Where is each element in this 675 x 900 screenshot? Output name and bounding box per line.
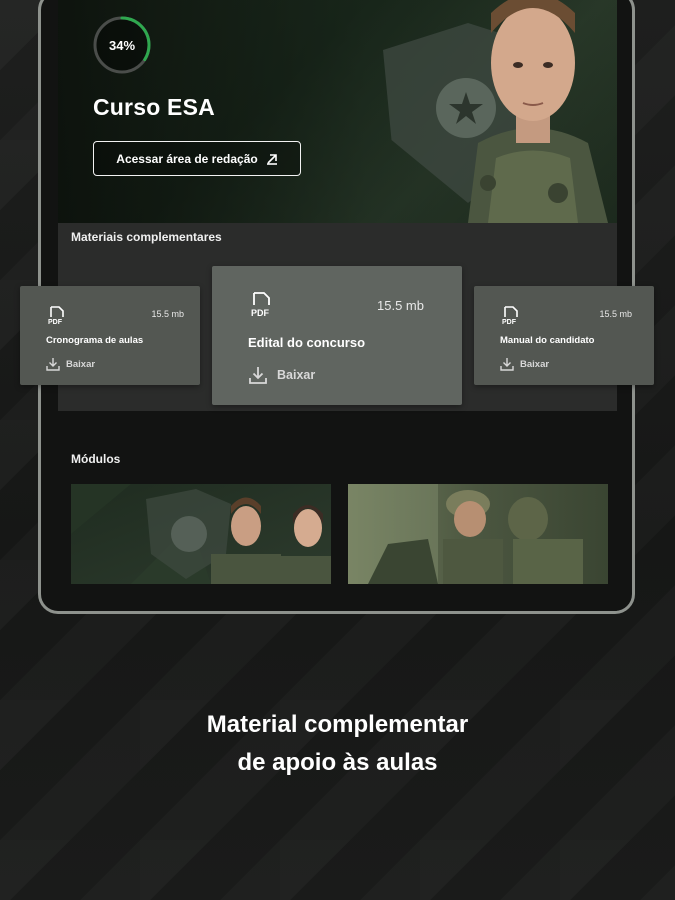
course-hero-banner: 34% Curso ESA Acessar área de redação [58, 0, 617, 223]
modules-section-title: Módulos [71, 452, 121, 466]
access-redacao-label: Acessar área de redação [116, 151, 258, 166]
material-title: Manual do candidato [500, 335, 595, 346]
external-link-icon [266, 153, 277, 165]
download-link[interactable]: Baixar [248, 365, 315, 385]
pdf-icon-label: PDF [251, 308, 269, 318]
material-size: 15.5 mb [151, 309, 184, 319]
caption-line-2: de apoio às aulas [237, 749, 438, 776]
download-icon [46, 358, 60, 371]
materials-section-title: Materiais complementares [71, 230, 222, 244]
material-card-edital[interactable]: PDF 15.5 mb Edital do concurso Baixar [212, 266, 462, 405]
download-label: Baixar [66, 358, 96, 370]
download-label: Baixar [277, 368, 316, 382]
download-link[interactable]: Baixar [46, 357, 95, 371]
module-2-thumbnail [348, 484, 608, 584]
soldier-photo [468, 0, 608, 223]
pdf-icon-label: PDF [48, 319, 62, 326]
download-label: Baixar [520, 358, 550, 370]
promo-caption: Material complementar de apoio às aulas [0, 706, 675, 782]
material-title: Edital do concurso [248, 335, 366, 350]
progress-percentage: 34% [108, 37, 136, 53]
module-card-1[interactable] [71, 484, 331, 584]
caption-line-1: Material complementar [206, 711, 469, 738]
download-link[interactable]: Baixar [500, 357, 549, 371]
material-card-cronograma[interactable]: PDF 15.5 mb Cronograma de aulas Baixar [20, 286, 200, 385]
module-card-2[interactable] [348, 484, 608, 584]
module-1-thumbnail [71, 484, 331, 584]
course-title: Curso ESA [93, 94, 215, 120]
material-card-manual[interactable]: PDF 15.5 mb Manual do candidato Baixar [474, 286, 654, 385]
material-title: Cronograma de aulas [46, 335, 144, 346]
material-size: 15.5 mb [599, 309, 632, 319]
download-icon [500, 358, 514, 371]
pdf-icon-label: PDF [502, 319, 516, 326]
access-redacao-button[interactable]: Acessar área de redação [93, 141, 301, 176]
material-size: 15.5 mb [377, 298, 424, 313]
download-icon [249, 367, 267, 384]
